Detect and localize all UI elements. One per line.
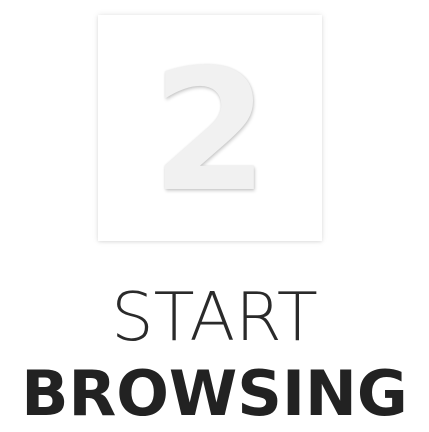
step-number: 2 [151, 33, 269, 229]
step-page: 2 START BROWSING [0, 0, 429, 432]
heading-line-light: START [111, 278, 318, 356]
step-card: 2 [98, 15, 322, 241]
heading-line-bold: BROWSING [21, 357, 408, 430]
